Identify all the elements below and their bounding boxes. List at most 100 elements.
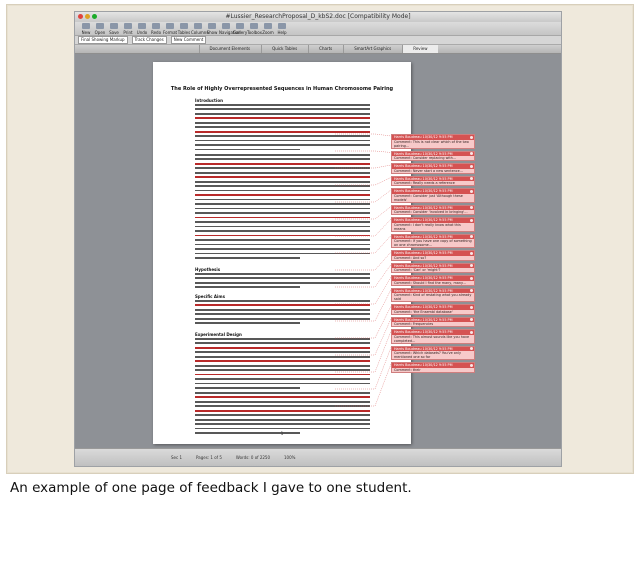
- text-line: [195, 112, 370, 115]
- text-line: [195, 313, 370, 316]
- text-line: [195, 243, 370, 246]
- text-line: [195, 346, 370, 349]
- comment-text: Comment: their: [394, 367, 421, 372]
- hypothesis-paragraph: [195, 273, 370, 291]
- close-button[interactable]: [78, 14, 83, 19]
- text-line: [195, 300, 370, 302]
- text-line: [195, 189, 370, 192]
- comment-balloon[interactable]: Harris Boudreau 10/30/12 9:55 PM Comment:…: [391, 304, 475, 315]
- comment-balloon[interactable]: Harris Boudreau 10/30/12 9:55 PM Comment:…: [391, 345, 475, 360]
- text-line: [195, 225, 370, 228]
- text-line: [195, 338, 370, 340]
- text-line: [195, 221, 370, 223]
- ribbon-tabs: Document Elements Quick Tables Charts Smart…: [75, 45, 561, 54]
- intro-paragraph-1: [195, 104, 370, 153]
- toolbar-navigation-button[interactable]: Navigation: [219, 23, 241, 35]
- text-line: [195, 167, 370, 170]
- comment-balloon[interactable]: Harris Boudreau 10/30/12 9:55 PM Comment:…: [391, 134, 475, 149]
- document-workspace[interactable]: The Role of Highly Overrepresented Seque…: [75, 54, 561, 448]
- ribbon-tab-smartart-graphics[interactable]: SmartArt Graphics: [343, 45, 401, 53]
- text-line: [195, 144, 370, 146]
- status-bar: Sec 1 Pages: 1 of 5 Words: 0 of 2250 100…: [75, 448, 561, 466]
- toolbar-print-button[interactable]: Print: [121, 23, 135, 35]
- text-line: [195, 322, 300, 325]
- text-line: [195, 351, 370, 354]
- comment-author: Harris Boudreau 10/30/12 9:55 PM: [392, 176, 474, 181]
- comment-balloon[interactable]: Harris Boudreau 10/30/12 9:55 PM Comment:…: [391, 275, 475, 286]
- text-line: [195, 400, 370, 403]
- text-line: [195, 130, 370, 133]
- comment-balloon[interactable]: Harris Boudreau 10/30/12 9:55 PM Comment:…: [391, 150, 475, 161]
- ribbon-tab-review[interactable]: Review: [402, 45, 438, 53]
- comment-balloon[interactable]: Harris Boudreau 10/30/12 9:55 PM Comment:…: [391, 316, 475, 327]
- text-line: [195, 126, 370, 129]
- text-line: [195, 414, 370, 417]
- text-line: [195, 207, 370, 210]
- text-line: [195, 194, 370, 196]
- comment-balloon[interactable]: Harris Boudreau 10/30/12 9:55 PM Comment:…: [391, 217, 475, 232]
- window-titlebar: #Lussier_ResearchProposal_D_kbS2.doc [Co…: [75, 12, 561, 22]
- text-line: [195, 355, 370, 358]
- toolbar-undo-button[interactable]: Undo: [135, 23, 149, 35]
- text-line: [195, 230, 370, 232]
- text-line: [195, 373, 370, 376]
- comment-balloon[interactable]: Harris Boudreau 10/30/12 9:55 PM Comment:…: [391, 233, 475, 248]
- toolbar-help-button[interactable]: Help: [275, 23, 289, 35]
- toolbar-save-button[interactable]: Save: [107, 23, 121, 35]
- text-line: [195, 121, 370, 124]
- status-zoom[interactable]: 100%: [284, 455, 295, 460]
- text-line: [195, 216, 370, 219]
- comment-text: Comment: Which datasets? You've only men…: [394, 351, 461, 359]
- text-line: [195, 286, 300, 289]
- comment-balloon[interactable]: Harris Boudreau 10/30/12 9:55 PM Comment:…: [391, 287, 475, 302]
- comment-author: Harris Boudreau 10/30/12 9:55 PM: [392, 135, 474, 140]
- markup-view-select[interactable]: Final Showing Markup: [78, 36, 128, 44]
- text-line: [195, 308, 370, 311]
- toolbar-zoom-button[interactable]: Zoom: [261, 23, 275, 35]
- text-line: [195, 171, 370, 174]
- ribbon-tab-charts[interactable]: Charts: [308, 45, 342, 53]
- document-page[interactable]: The Role of Highly Overrepresented Seque…: [153, 62, 411, 444]
- comment-balloon[interactable]: Harris Boudreau 10/30/12 9:55 PM Comment:…: [391, 362, 475, 373]
- comment-author: Harris Boudreau 10/30/12 9:55 PM: [392, 317, 474, 322]
- text-line: [195, 239, 370, 241]
- text-line: [195, 364, 370, 367]
- comment-balloon[interactable]: Harris Boudreau 10/30/12 9:55 PM Comment:…: [391, 175, 475, 186]
- comment-author: Harris Boudreau 10/30/12 9:55 PM: [392, 251, 474, 256]
- text-line: [195, 180, 370, 183]
- text-line: [195, 212, 370, 214]
- toolbar-open-button[interactable]: Open: [93, 23, 107, 35]
- word-window: #Lussier_ResearchProposal_D_kbS2.doc [Co…: [74, 11, 562, 467]
- toolbar-gallery-button[interactable]: Gallery: [233, 23, 247, 35]
- comment-balloon[interactable]: Harris Boudreau 10/30/12 9:55 PM Comment:…: [391, 329, 475, 344]
- text-line: [195, 203, 370, 205]
- track-changes-toggle[interactable]: Track Changes: [131, 36, 167, 44]
- text-line: [195, 252, 370, 255]
- comment-balloon[interactable]: Harris Boudreau 10/30/12 9:55 PM Comment:…: [391, 250, 475, 261]
- comment-author: Harris Boudreau 10/30/12 9:55 PM: [392, 234, 474, 239]
- ribbon-tab-quick-tables[interactable]: Quick Tables: [261, 45, 307, 53]
- toolbar-new-button[interactable]: New: [79, 23, 93, 35]
- comment-text: Comment: 'the Ensembl database': [394, 309, 453, 314]
- new-comment-button[interactable]: New Comment: [170, 36, 207, 44]
- comment-author: Harris Boudreau 10/30/12 9:55 PM: [392, 151, 474, 156]
- comment-balloon[interactable]: Harris Boudreau 10/30/12 9:55 PM Comment:…: [391, 262, 475, 273]
- toolbar-show-button[interactable]: Show: [205, 23, 219, 35]
- comment-text: Comment: Consider just 'Although these m…: [394, 193, 463, 202]
- review-toolbar: Final Showing Markup Track Changes New C…: [75, 36, 561, 45]
- comment-balloon[interactable]: Harris Boudreau 10/30/12 9:55 PM Comment:…: [391, 188, 475, 203]
- zoom-button[interactable]: [92, 14, 97, 19]
- comment-balloon[interactable]: Harris Boudreau 10/30/12 9:55 PM Comment:…: [391, 204, 475, 215]
- toolbar-toolbox-button[interactable]: Toolbox: [247, 23, 262, 35]
- toolbar-columns-button[interactable]: Columns: [191, 23, 208, 35]
- ribbon-tab-document-elements[interactable]: Document Elements: [198, 45, 261, 53]
- comment-text: Comment: I don't really know what this m…: [394, 222, 461, 231]
- comment-balloon[interactable]: Harris Boudreau 10/30/12 9:55 PM Comment:…: [391, 163, 475, 174]
- comment-text: Comment: Frequencies: [394, 322, 434, 326]
- text-line: [195, 281, 370, 284]
- minimize-button[interactable]: [85, 14, 90, 19]
- text-line: [195, 108, 370, 111]
- toolbar-redo-button[interactable]: Redo: [149, 23, 163, 35]
- toolbar-format-button[interactable]: Format: [163, 23, 177, 35]
- toolbar-tables-button[interactable]: Tables: [177, 23, 191, 35]
